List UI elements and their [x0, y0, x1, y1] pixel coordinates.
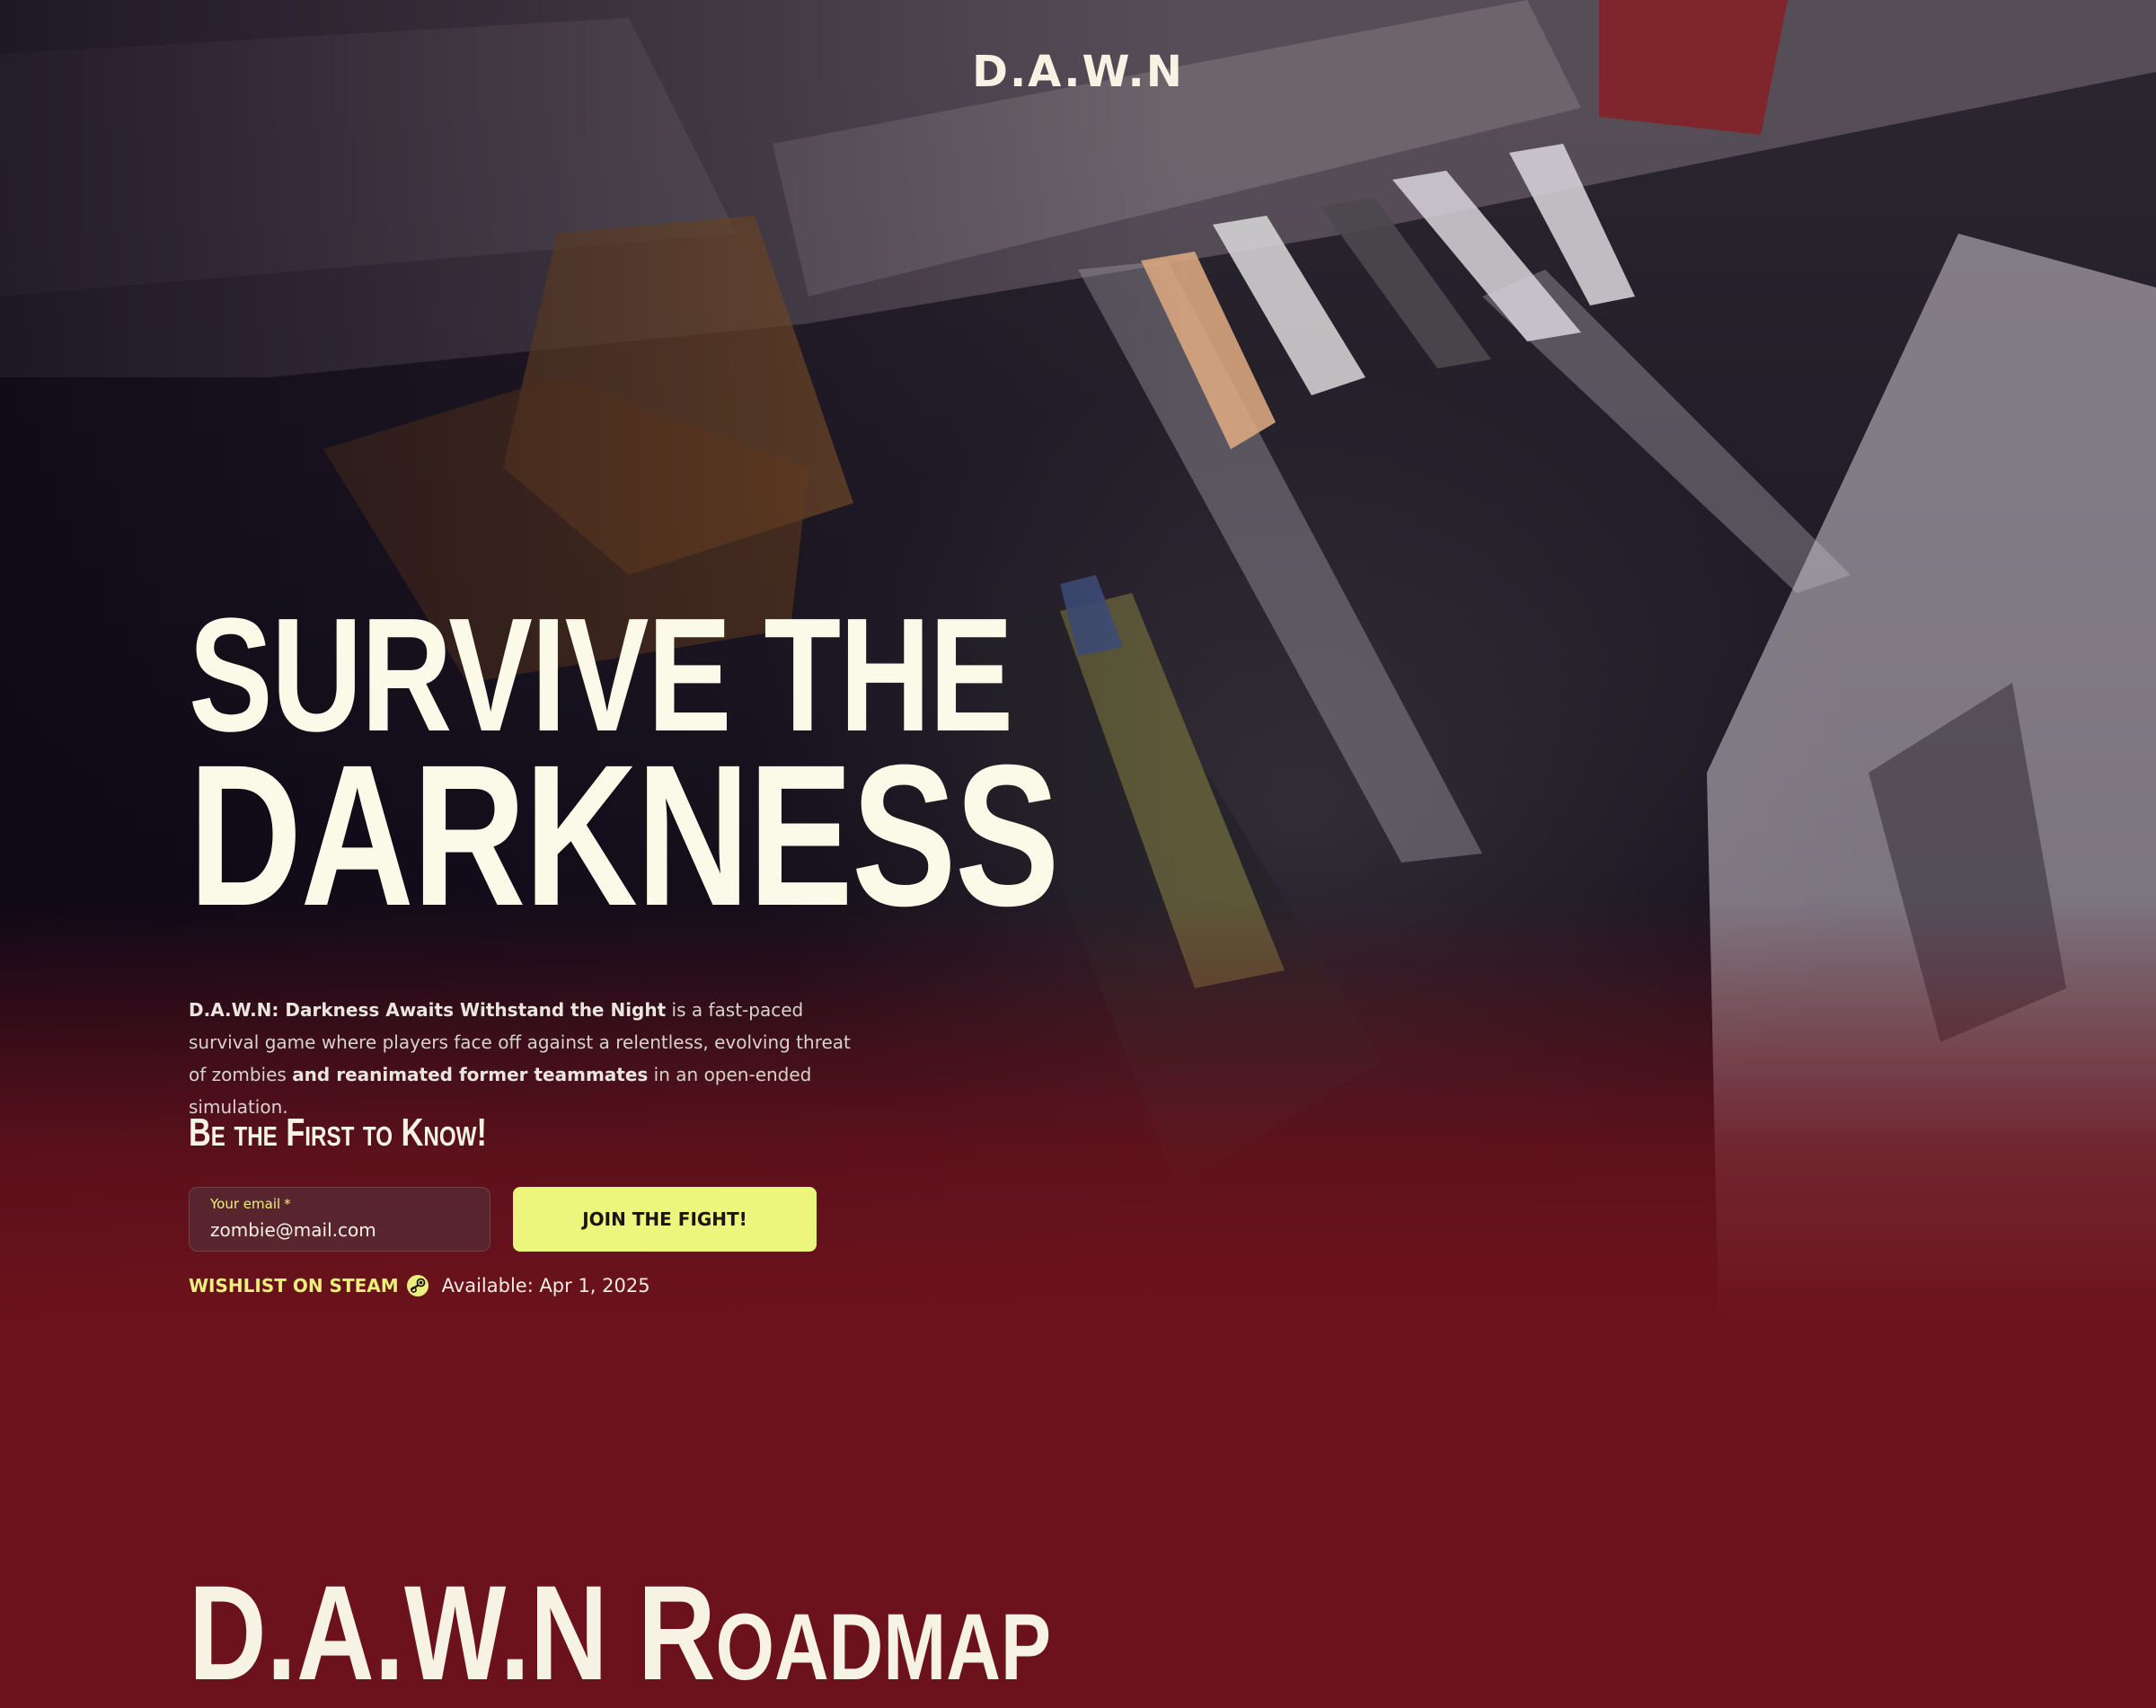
join-the-fight-button[interactable]: JOIN THE FIGHT!	[513, 1187, 817, 1252]
description-game-name: D.A.W.N: Darkness Awaits Withstand the N…	[189, 999, 667, 1021]
roadmap-section-title: D.A.W.N Roadmap	[189, 1557, 1051, 1708]
signup-heading: Be the First to Know!	[189, 1111, 487, 1155]
wishlist-label: WISHLIST ON STEAM	[189, 1275, 399, 1296]
hero-title-line2: DARKNESS	[189, 723, 1060, 948]
email-input[interactable]	[210, 1218, 471, 1242]
email-label: Your email *	[210, 1196, 291, 1212]
required-mark: *	[284, 1196, 291, 1212]
wishlist-on-steam-link[interactable]: WISHLIST ON STEAM	[189, 1274, 429, 1297]
site-logo[interactable]: D.A.W.N	[0, 47, 2156, 97]
game-description: D.A.W.N: Darkness Awaits Withstand the N…	[189, 994, 871, 1123]
email-field[interactable]: Your email *	[189, 1187, 490, 1252]
steam-icon	[406, 1274, 429, 1297]
availability-date: Available: Apr 1, 2025	[441, 1275, 650, 1296]
hero-title: SURVIVE THE DARKNESS	[189, 595, 1060, 948]
description-highlight: and reanimated former teammates	[292, 1064, 649, 1085]
steam-row: WISHLIST ON STEAM Available: Apr 1, 2025	[189, 1273, 650, 1298]
email-label-text: Your email	[210, 1196, 281, 1212]
